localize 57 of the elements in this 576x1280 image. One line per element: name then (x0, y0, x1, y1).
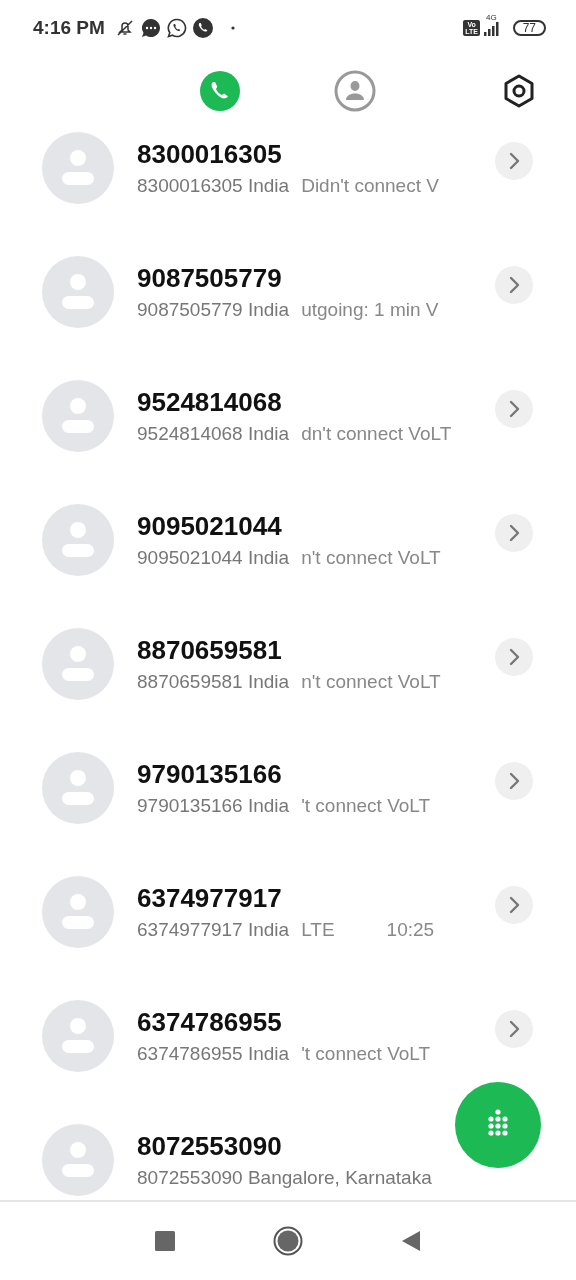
avatar-icon (42, 876, 114, 948)
message-icon (140, 17, 161, 38)
caller-number: 9790135166 (137, 759, 283, 789)
chat-phone-icon (166, 17, 187, 38)
details-chevron-icon[interactable] (495, 514, 533, 552)
call-detail: utgoing: 1 min V (301, 299, 439, 321)
details-chevron-icon[interactable] (495, 390, 533, 428)
dot-icon (230, 25, 235, 30)
call-time: 10:25 (386, 919, 435, 941)
caller-location: 9087505779 India (137, 299, 290, 321)
caller-number: 6374786955 (137, 1007, 283, 1037)
details-chevron-icon[interactable] (495, 762, 533, 800)
home-icon[interactable] (273, 1226, 303, 1256)
phone-icon (192, 17, 213, 38)
settings-icon[interactable] (503, 74, 535, 108)
details-chevron-icon[interactable] (495, 886, 533, 924)
call-detail: dn't connect VoLT (301, 423, 452, 445)
avatar-icon (42, 132, 114, 204)
caller-number: 8300016305 (137, 139, 283, 169)
caller-location: 8300016305 India (137, 175, 290, 197)
call-detail: LTE (301, 919, 335, 941)
caller-location: 8072553090 Bangalore, Karnataka (137, 1167, 432, 1189)
caller-number: 8072553090 (137, 1131, 283, 1161)
avatar-icon (42, 628, 114, 700)
back-icon[interactable] (401, 1230, 421, 1252)
avatar-icon (42, 256, 114, 328)
call-detail: Didn't connect V (301, 175, 439, 197)
network-label: 4G (485, 13, 497, 22)
avatar-icon (42, 752, 114, 824)
details-chevron-icon[interactable] (495, 1010, 533, 1048)
caller-location: 9095021044 India (137, 547, 290, 569)
caller-location: 6374977917 India (137, 919, 290, 941)
caller-location: 9790135166 India (137, 795, 290, 817)
details-chevron-icon[interactable] (495, 638, 533, 676)
call-detail: 't connect VoLT (301, 795, 431, 817)
avatar-icon (42, 1124, 114, 1196)
caller-number: 9524814068 (137, 387, 283, 417)
details-chevron-icon[interactable] (495, 266, 533, 304)
call-detail: n't connect VoLT (301, 671, 441, 693)
caller-number: 6374977917 (137, 883, 283, 913)
battery-indicator: 77 (512, 19, 546, 36)
call-detail: 't connect VoLT (301, 1043, 431, 1065)
caller-location: 9524814068 India (137, 423, 290, 445)
caller-location: 6374786955 India (137, 1043, 290, 1065)
caller-location: 8870659581 India (137, 671, 290, 693)
dialpad-button[interactable] (455, 1082, 541, 1168)
avatar-icon (42, 1000, 114, 1072)
call-detail: n't connect VoLT (301, 547, 441, 569)
avatar-icon (42, 380, 114, 452)
calls-tab[interactable] (199, 70, 241, 112)
status-time: 4:16 PM (33, 16, 105, 39)
caller-number: 9095021044 (137, 511, 283, 541)
details-chevron-icon[interactable] (495, 142, 533, 180)
contacts-tab[interactable] (334, 70, 376, 112)
caller-number: 8870659581 (137, 635, 283, 665)
caller-number: 9087505779 (137, 263, 283, 293)
avatar-icon (42, 504, 114, 576)
